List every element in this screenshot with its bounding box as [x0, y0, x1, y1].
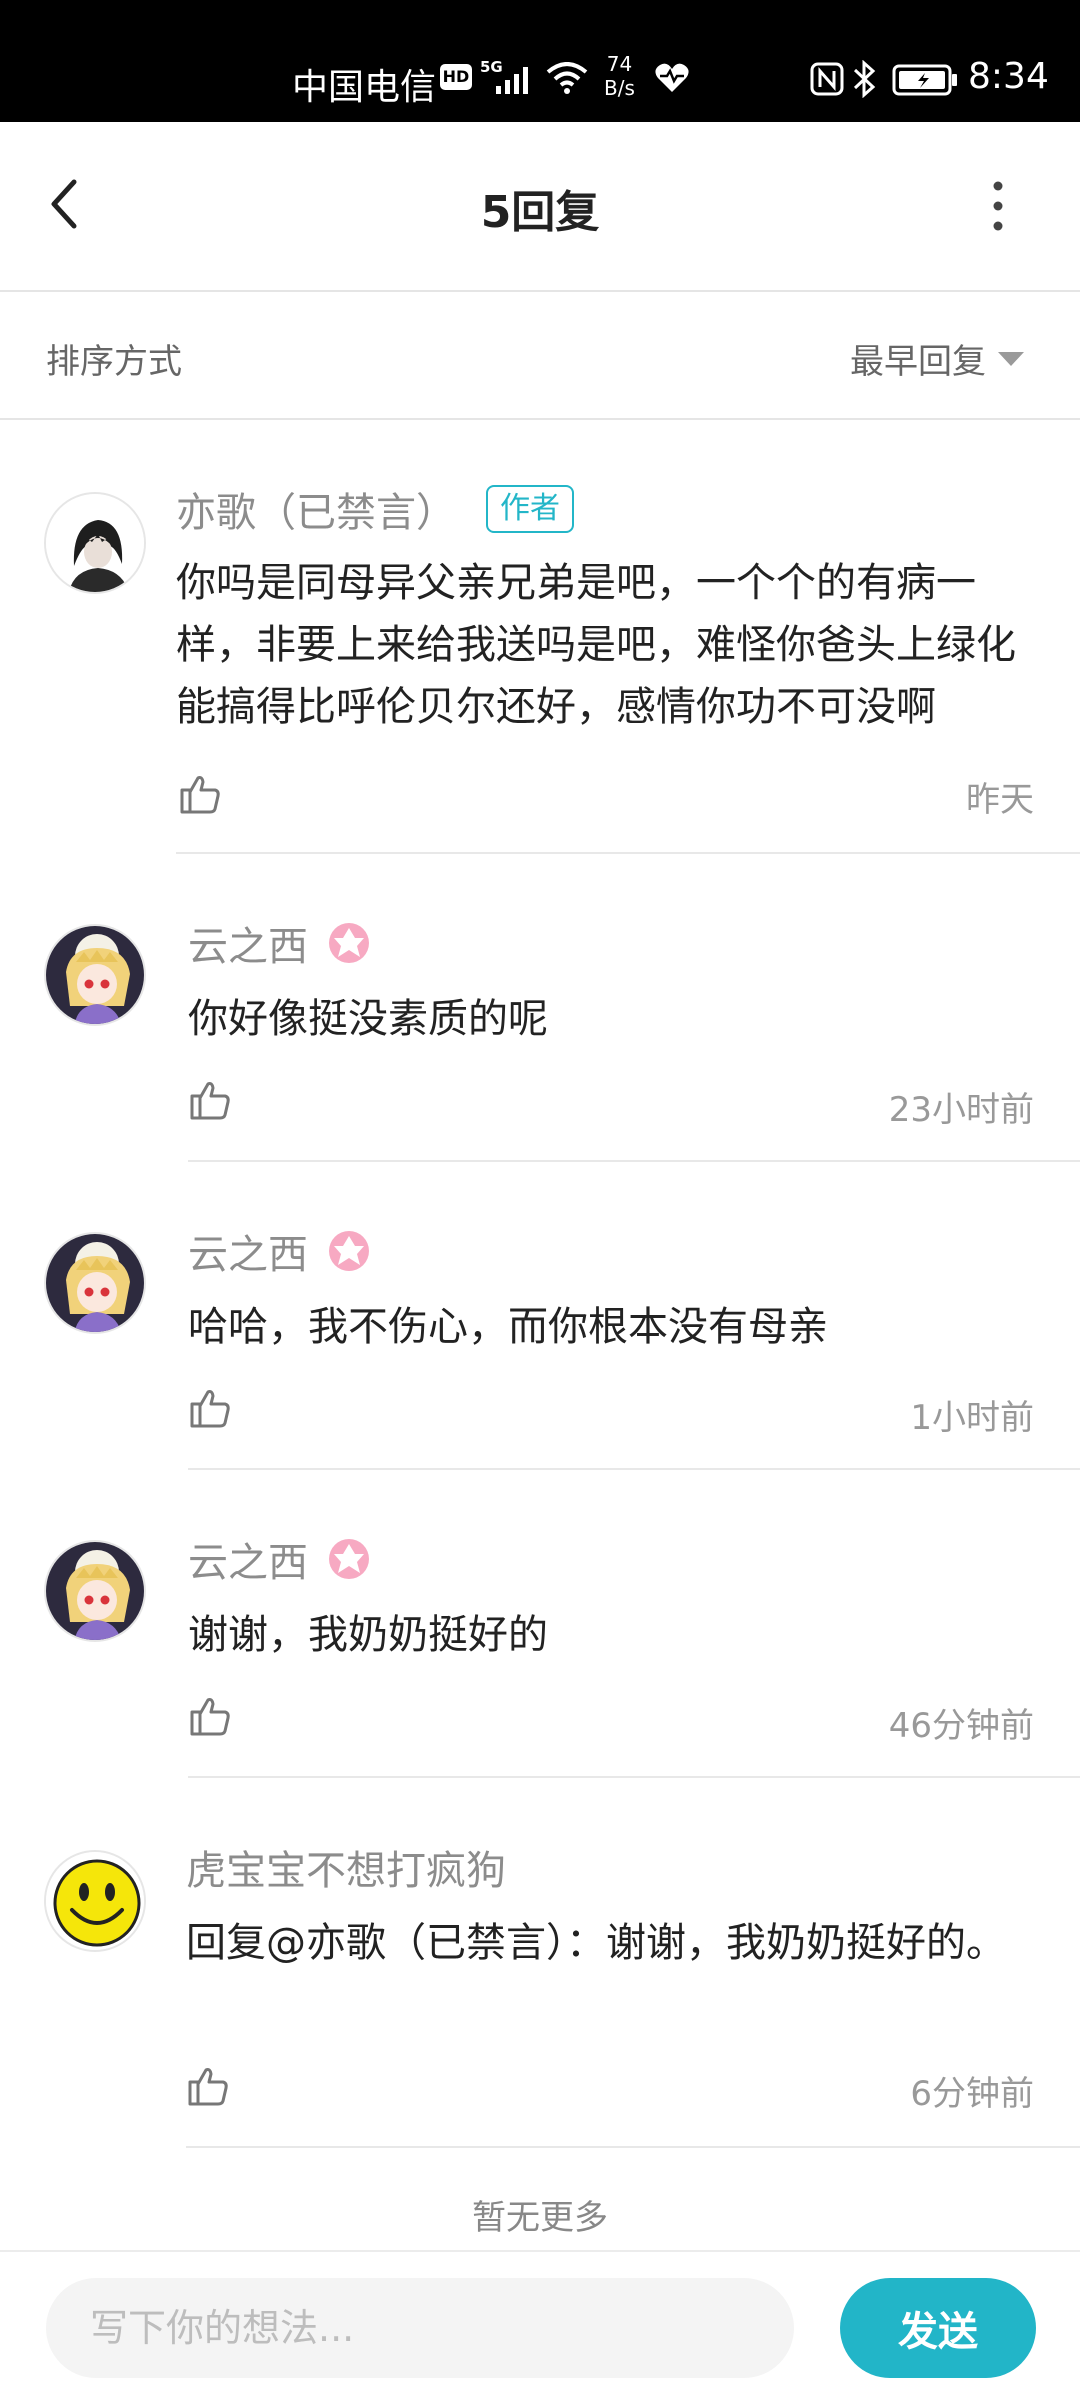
sort-dropdown[interactable]: 最早回复 [850, 334, 1024, 383]
avatar[interactable] [44, 1540, 146, 1642]
thumbs-up-icon[interactable] [188, 1694, 232, 1738]
signal-icon [496, 67, 528, 94]
reply-content: 回复@亦歌（已禁言）：谢谢，我奶奶挺好的。 [186, 1912, 1026, 1974]
username[interactable]: 云之西 [188, 914, 308, 972]
reply-item: 亦歌（已禁言） 作者 你吗是同母异父亲兄弟是吧，一个个的有病一样，非要上来给我送… [0, 420, 1080, 854]
sort-selected-value: 最早回复 [850, 342, 986, 382]
top-navigation: 5回复 [0, 122, 1080, 292]
speed-unit: B/s [604, 76, 635, 100]
anime-girl-avatar-icon [46, 1234, 144, 1332]
reply-text: ：谢谢，我奶奶挺好的。 [566, 1920, 1006, 1966]
clock: 8:34 [968, 56, 1049, 97]
speed-value: 74 [606, 52, 633, 76]
username[interactable]: 亦歌（已禁言） [176, 480, 456, 538]
nfc-icon [810, 62, 844, 96]
thumbs-up-icon[interactable] [188, 1386, 232, 1430]
sort-bar: 排序方式 最早回复 [0, 292, 1080, 420]
no-more-label: 暂无更多 [472, 2198, 608, 2238]
reply-item: 虎宝宝不想打疯狗 回复@亦歌（已禁言）：谢谢，我奶奶挺好的。 6分钟前 [0, 1778, 1080, 2148]
user-row: 云之西 [188, 1222, 370, 1280]
avatar[interactable] [44, 1232, 146, 1334]
user-row: 虎宝宝不想打疯狗 [186, 1838, 506, 1896]
battery-icon [892, 64, 957, 96]
avatar[interactable] [44, 1850, 146, 1952]
reply-time: 46分钟前 [888, 1706, 1034, 1746]
username[interactable]: 虎宝宝不想打疯狗 [186, 1838, 506, 1896]
username[interactable]: 云之西 [188, 1222, 308, 1280]
reply-content: 你吗是同母异父亲兄弟是吧，一个个的有病一样，非要上来给我送吗是吧，难怪你爸头上绿… [176, 560, 1016, 730]
mention-link[interactable]: @亦歌（已禁言） [266, 1920, 566, 1966]
bluetooth-icon [853, 60, 876, 98]
reply-item: 云之西 你好像挺没素质的呢 23小时前 [0, 854, 1080, 1162]
user-row: 云之西 [188, 914, 370, 972]
sort-label: 排序方式 [46, 342, 182, 382]
reply-time: 1小时前 [910, 1398, 1034, 1438]
more-vertical-icon[interactable] [978, 174, 1018, 238]
hd-icon: HD [440, 64, 472, 90]
caret-down-icon [998, 351, 1024, 366]
reply-content: 哈哈，我不伤心，而你根本没有母亲 [188, 1304, 828, 1350]
reply-item: 云之西 哈哈，我不伤心，而你根本没有母亲 1小时前 [0, 1162, 1080, 1470]
user-row: 云之西 [188, 1530, 370, 1588]
wifi-icon [546, 62, 588, 94]
avatar[interactable] [44, 924, 146, 1026]
user-row: 亦歌（已禁言） 作者 [176, 480, 574, 538]
level-badge-icon [329, 1231, 369, 1271]
level-badge-icon [329, 923, 369, 963]
author-badge: 作者 [486, 485, 574, 533]
reply-time: 6分钟前 [910, 2074, 1034, 2114]
heart-rate-icon [655, 63, 689, 92]
thumbs-up-icon[interactable] [178, 772, 222, 816]
reply-content: 谢谢，我奶奶挺好的 [188, 1612, 548, 1658]
anime-girl-avatar-icon [46, 926, 144, 1024]
reply-time: 23小时前 [888, 1090, 1034, 1130]
anime-girl-avatar-icon [46, 1542, 144, 1640]
divider [186, 2146, 1080, 2148]
network-speed: 74 B/s [604, 52, 635, 100]
page-title: 5回复 [480, 187, 600, 238]
dark-anime-avatar-icon [46, 494, 144, 592]
send-button[interactable]: 发送 [840, 2278, 1036, 2378]
reply-item: 云之西 谢谢，我奶奶挺好的 46分钟前 [0, 1470, 1080, 1778]
status-bar: 中国电信 HD 5G 74 B/s 8:34 [0, 0, 1080, 122]
comment-input[interactable] [46, 2278, 794, 2378]
reply-time: 昨天 [966, 780, 1034, 820]
comment-bar: 发送 [0, 2250, 1080, 2400]
smiley-face-avatar-icon [46, 1852, 144, 1950]
reply-prefix: 回复 [186, 1920, 266, 1966]
carrier-label: 中国电信 [292, 67, 437, 108]
username[interactable]: 云之西 [188, 1530, 308, 1588]
reply-content: 你好像挺没素质的呢 [188, 996, 548, 1042]
thumbs-up-icon[interactable] [186, 2064, 230, 2108]
thumbs-up-icon[interactable] [188, 1078, 232, 1122]
avatar[interactable] [44, 492, 146, 594]
level-badge-icon [329, 1539, 369, 1579]
